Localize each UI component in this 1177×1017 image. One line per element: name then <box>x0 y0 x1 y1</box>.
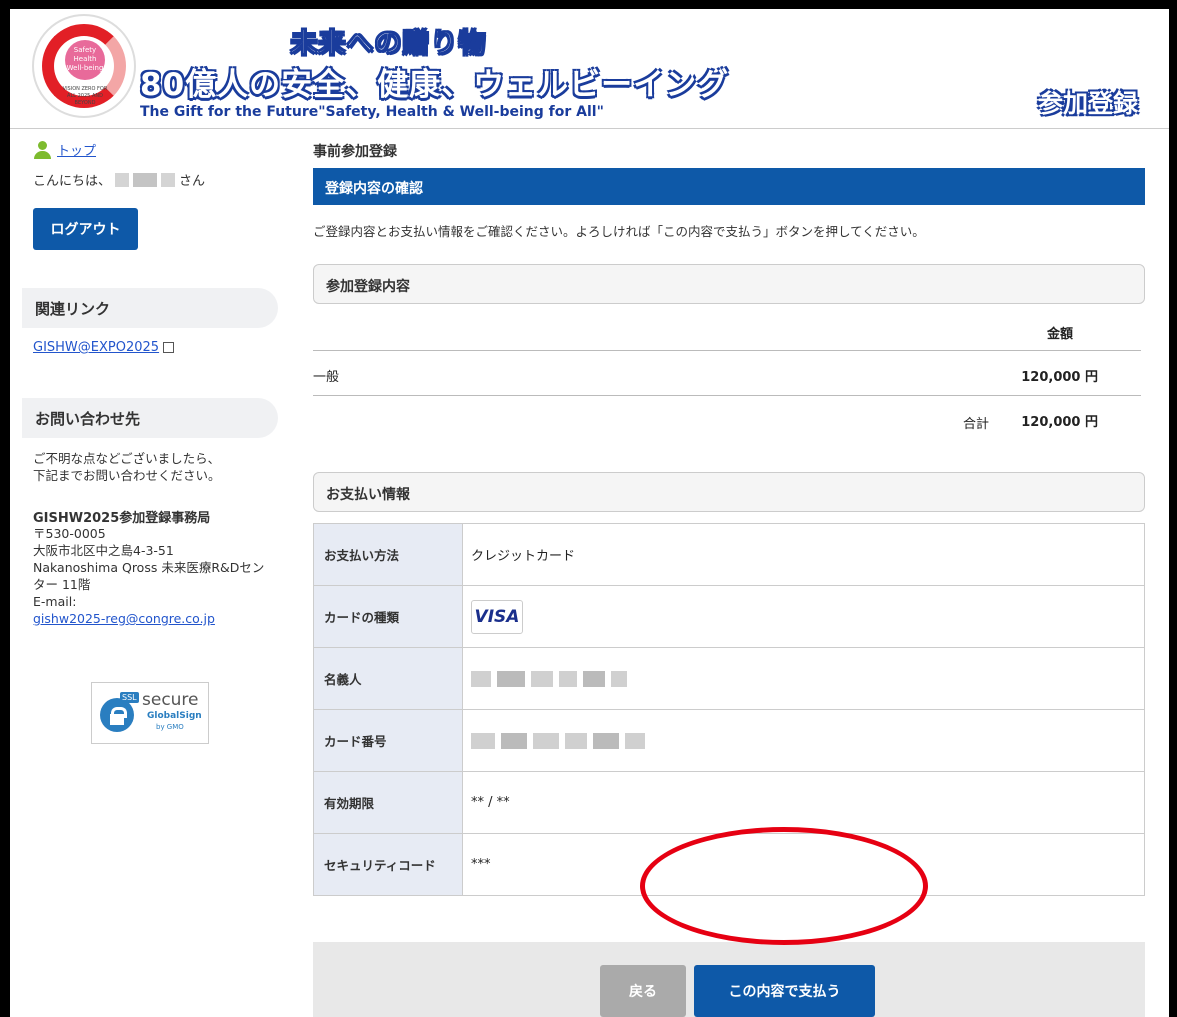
amount-row: 一般 120,000 円 <box>313 351 1141 396</box>
page-frame: Safety Health Well-being VISION ZERO FOR… <box>10 9 1169 1017</box>
page-title: 事前参加登録 <box>313 144 397 160</box>
top-link[interactable]: トップ <box>57 140 96 159</box>
table-row: カード番号 <box>313 709 1145 772</box>
greeting: こんにちは、 さん <box>33 170 205 189</box>
table-row: お支払い方法 クレジットカード <box>313 523 1145 586</box>
related-links-heading: 関連リンク <box>22 288 278 328</box>
logo-subtext: VISION ZERO FOR ALL 2025 AND BEYOND <box>62 86 108 106</box>
payment-table: お支払い方法 クレジットカード カードの種類 VISA 名義人 カード番号 有効… <box>313 523 1145 896</box>
security-code-label: セキュリティコード <box>313 833 463 896</box>
table-row: 名義人 <box>313 647 1145 710</box>
payment-heading: お支払い情報 <box>313 472 1145 512</box>
redacted-cardholder <box>471 670 1144 687</box>
amount-table: 金額 一般 120,000 円 合計 120,000 円 <box>313 306 1141 441</box>
expiry-value: ** / ** <box>462 771 1145 834</box>
contact-email[interactable]: gishw2025-reg@congre.co.jp <box>33 610 283 627</box>
greeting-suffix: さん <box>179 174 206 189</box>
user-icon <box>33 140 51 159</box>
contact-org: GISHW2025参加登録事務局 <box>33 511 211 526</box>
table-row: 有効期限 ** / ** <box>313 771 1145 834</box>
related-link-label[interactable]: GISHW@EXPO2025 <box>33 340 159 355</box>
cardholder-label: 名義人 <box>313 647 463 710</box>
card-number-label: カード番号 <box>313 709 463 772</box>
contact-heading: お問い合わせ先 <box>22 398 278 438</box>
external-link-icon <box>163 342 175 353</box>
back-button[interactable]: 戻る <box>600 965 686 1017</box>
amount-column-header: 金額 <box>1046 327 1073 342</box>
ssl-secure-text: secure <box>142 690 199 710</box>
card-number-value <box>462 709 1145 772</box>
greeting-prefix: こんにちは、 <box>33 174 112 189</box>
contact-email-link[interactable]: gishw2025-reg@congre.co.jp <box>33 611 215 626</box>
lock-icon <box>100 698 134 732</box>
redacted-name <box>133 172 158 187</box>
registration-badge: 参加登録 <box>1038 89 1139 118</box>
total-label: 合計 <box>962 417 989 432</box>
redacted-card-number <box>471 732 1144 749</box>
payment-method-value: クレジットカード <box>462 523 1145 586</box>
contact-address2: Nakanoshima Qross 未来医療R&Dセン <box>33 560 265 575</box>
category-amount: 120,000 円 <box>1021 370 1098 385</box>
contact-email-label: E-mail: <box>33 594 77 609</box>
logo-text: Safety Health Well-being <box>66 46 104 72</box>
redacted-name <box>115 172 130 187</box>
action-bar: 戻る この内容で支払う <box>313 942 1145 1017</box>
contact-address3: ター 11階 <box>33 577 91 592</box>
instructions: ご登録内容とお支払い情報をご確認ください。よろしければ「この内容で支払う」ボタン… <box>313 224 925 239</box>
visa-icon: VISA <box>471 599 523 634</box>
ssl-tag: SSL <box>120 692 139 703</box>
card-type-label: カードの種類 <box>313 585 463 648</box>
sidebar: トップ こんにちは、 さん ログアウト 関連リンク GISHW@EXPO2025… <box>10 130 290 1010</box>
registration-heading: 参加登録内容 <box>313 264 1145 304</box>
redacted-name <box>161 172 176 187</box>
header-title-line1: 未来への贈り物 <box>290 28 486 60</box>
total-amount: 120,000 円 <box>1021 415 1098 430</box>
pay-button[interactable]: この内容で支払う <box>694 965 875 1017</box>
payment-method-label: お支払い方法 <box>313 523 463 586</box>
security-code-value: *** <box>462 833 1145 896</box>
event-logo: Safety Health Well-being VISION ZERO FOR… <box>32 14 136 118</box>
ssl-seal[interactable]: SSL secure GlobalSign by GMO <box>91 682 209 744</box>
contact-postal: 〒530-0005 <box>33 526 106 541</box>
related-link[interactable]: GISHW@EXPO2025 <box>33 340 175 355</box>
contact-line1: ご不明な点などございましたら、 <box>33 451 221 466</box>
total-row: 合計 120,000 円 <box>313 396 1141 441</box>
section-title-bar: 登録内容の確認 <box>313 168 1145 205</box>
cardholder-value <box>462 647 1145 710</box>
logout-button[interactable]: ログアウト <box>33 208 138 250</box>
category-label: 一般 <box>313 370 340 385</box>
table-row: セキュリティコード *** <box>313 833 1145 896</box>
top-nav: トップ <box>33 140 96 159</box>
site-header: Safety Health Well-being VISION ZERO FOR… <box>10 9 1169 129</box>
amount-header-row: 金額 <box>313 306 1141 351</box>
contact-line2: 下記までお問い合わせください。 <box>33 468 221 483</box>
contact-address1: 大阪市北区中之島4-3-51 <box>33 543 174 558</box>
expiry-label: 有効期限 <box>313 771 463 834</box>
header-title-line2: 80億人の安全、健康、ウェルビーイング <box>140 67 730 103</box>
table-row: カードの種類 VISA <box>313 585 1145 648</box>
ssl-brand: GlobalSign <box>147 711 202 721</box>
ssl-by: by GMO <box>156 723 184 731</box>
header-title-en: The Gift for the Future"Safety, Health &… <box>140 104 604 120</box>
